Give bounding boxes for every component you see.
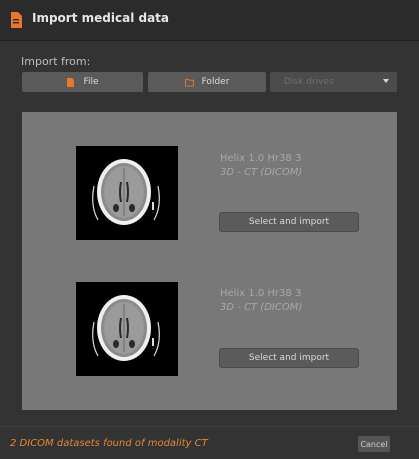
select-and-import-button[interactable]: Select and import: [219, 212, 359, 232]
dataset-thumbnail[interactable]: [76, 146, 178, 240]
status-text: 2 DICOM datasets found of modality CT: [10, 438, 208, 449]
cancel-button[interactable]: Cancel: [358, 436, 390, 452]
footer-divider: [0, 426, 419, 427]
ct-scan-image: [76, 282, 178, 376]
folder-icon: [184, 78, 194, 87]
dataset-name: Helix 1.0 Hr38 3: [220, 288, 302, 299]
title-bar: Import medical data: [0, 0, 419, 41]
dataset-thumbnail[interactable]: [76, 282, 178, 376]
dataset-type: 3D - CT (DICOM): [220, 167, 303, 178]
import-from-label: Import from:: [21, 55, 91, 68]
file-icon: [67, 77, 75, 87]
disk-drives-placeholder: Disk drives: [284, 77, 334, 87]
ct-scan-image: [76, 146, 178, 240]
folder-button-label: Folder: [201, 77, 230, 87]
select-and-import-label: Select and import: [248, 217, 330, 227]
file-button[interactable]: File: [22, 72, 143, 92]
dataset-name: Helix 1.0 Hr38 3: [220, 153, 302, 164]
document-icon: [11, 12, 22, 28]
select-and-import-button[interactable]: Select and import: [219, 348, 359, 368]
import-medical-data-dialog: Import medical data Import from: File Fo…: [0, 0, 419, 459]
chevron-down-icon: [383, 79, 389, 83]
disk-drives-select[interactable]: Disk drives: [270, 72, 397, 92]
datasets-panel: Helix 1.0 Hr38 3 3D - CT (DICOM) Select …: [22, 112, 397, 410]
file-button-label: File: [83, 77, 99, 87]
dataset-type: 3D - CT (DICOM): [220, 302, 303, 313]
select-and-import-label: Select and import: [248, 353, 330, 363]
folder-button[interactable]: Folder: [148, 72, 266, 92]
cancel-button-label: Cancel: [360, 439, 388, 449]
dialog-title: Import medical data: [32, 11, 170, 25]
